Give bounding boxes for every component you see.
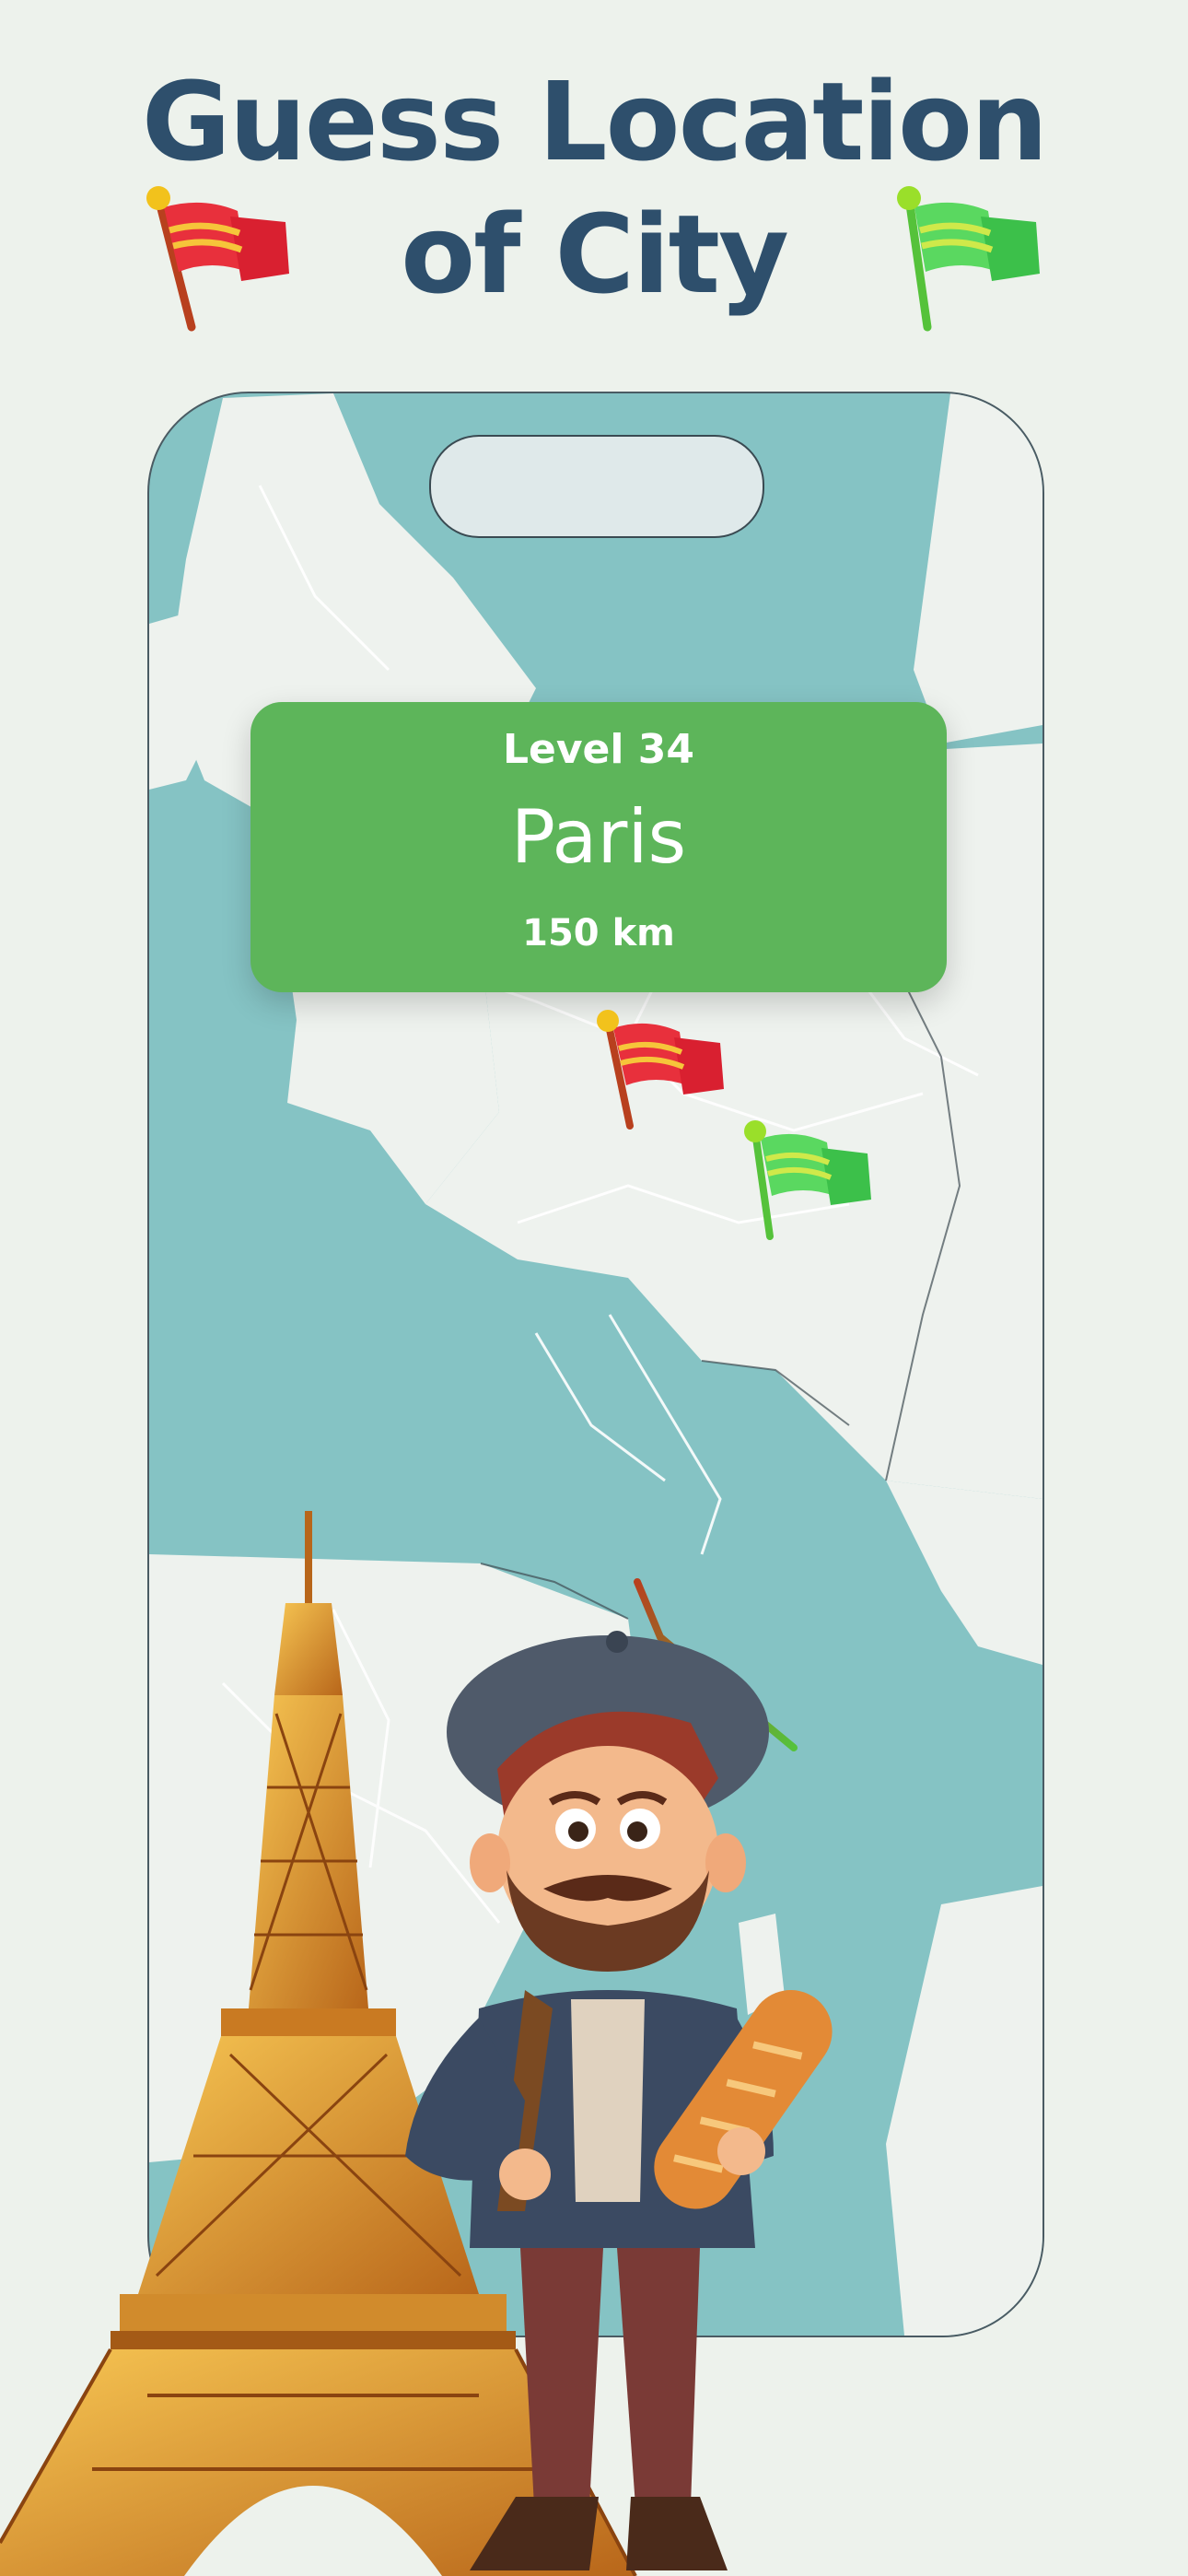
green-flag-icon	[897, 186, 1040, 332]
target-flag-marker[interactable]	[739, 1117, 886, 1255]
character-illustration	[405, 1631, 833, 2570]
red-flag-icon	[146, 186, 289, 332]
headline-line-1: Guess Location	[141, 58, 1048, 185]
guess-flag-marker[interactable]	[591, 1006, 739, 1144]
